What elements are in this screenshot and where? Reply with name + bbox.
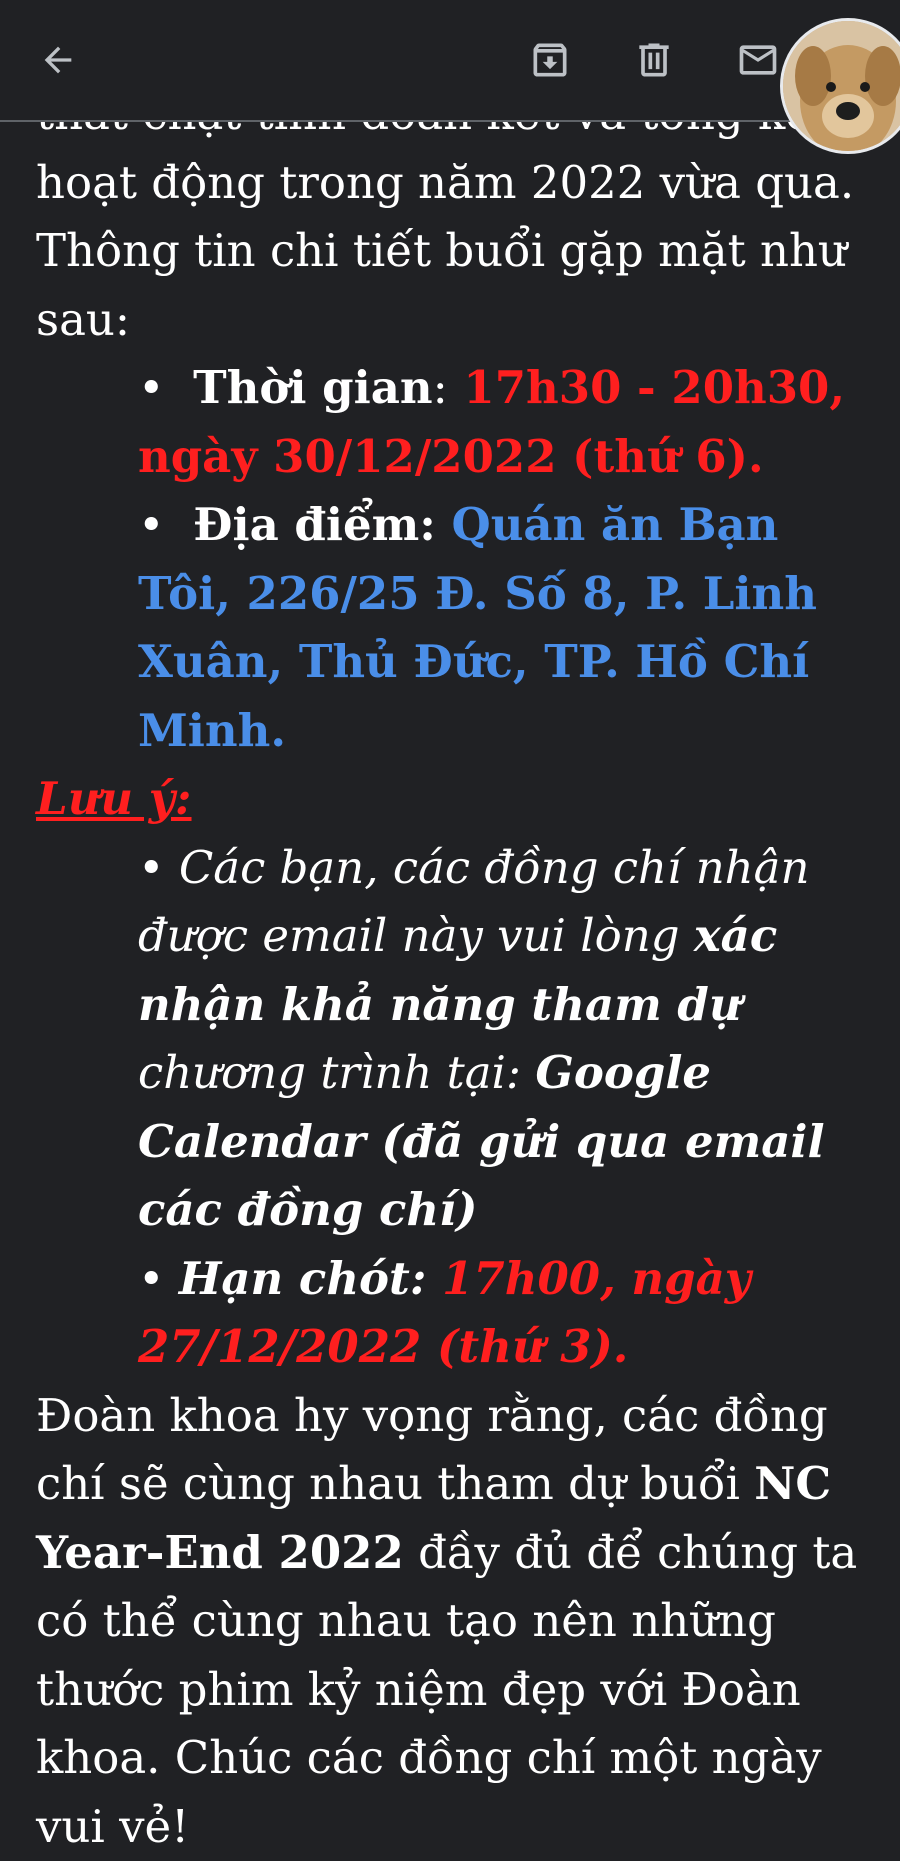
- closing-text-a: Đoàn khoa hy vọng rằng, các đồng chí sẽ …: [36, 1389, 828, 1511]
- arrow-left-icon: [38, 40, 78, 84]
- email-body: thắt chặt tinh đoàn kết và tổng kết hoạt…: [36, 80, 876, 1861]
- place-label: Địa điểm:: [193, 498, 436, 551]
- intro-text: hoạt động trong năm 2022 vừa qua. Thông …: [36, 156, 854, 346]
- trash-icon: [632, 38, 676, 86]
- archive-button[interactable]: [518, 30, 582, 94]
- deadline-label: Hạn chót:: [179, 1252, 427, 1305]
- note-item-deadline: • Hạn chót: 17h00, ngày 27/12/2022 (thứ …: [36, 1245, 876, 1382]
- archive-icon: [528, 38, 572, 86]
- note-label: Lưu ý:: [36, 772, 192, 825]
- note1-text-c: chương trình tại:: [138, 1046, 535, 1099]
- time-item: • Thời gian: 17h30 - 20h30, ngày 30/12/2…: [36, 354, 876, 491]
- closing-paragraph: Đoàn khoa hy vọng rằng, các đồng chí sẽ …: [36, 1382, 876, 1861]
- intro-paragraph: hoạt động trong năm 2022 vừa qua. Thông …: [36, 149, 876, 355]
- mail-icon: [736, 38, 780, 86]
- delete-button[interactable]: [622, 30, 686, 94]
- dog-avatar-image: [783, 21, 900, 151]
- time-label: Thời gian: [193, 361, 432, 414]
- note-heading: Lưu ý:: [36, 765, 876, 834]
- back-button[interactable]: [26, 30, 90, 94]
- place-item: • Địa điểm: Quán ăn Bạn Tôi, 226/25 Đ. S…: [36, 491, 876, 765]
- note-item-confirm: • Các bạn, các đồng chí nhận được email …: [36, 834, 876, 1245]
- top-app-bar: [0, 0, 900, 122]
- time-colon: :: [433, 361, 448, 414]
